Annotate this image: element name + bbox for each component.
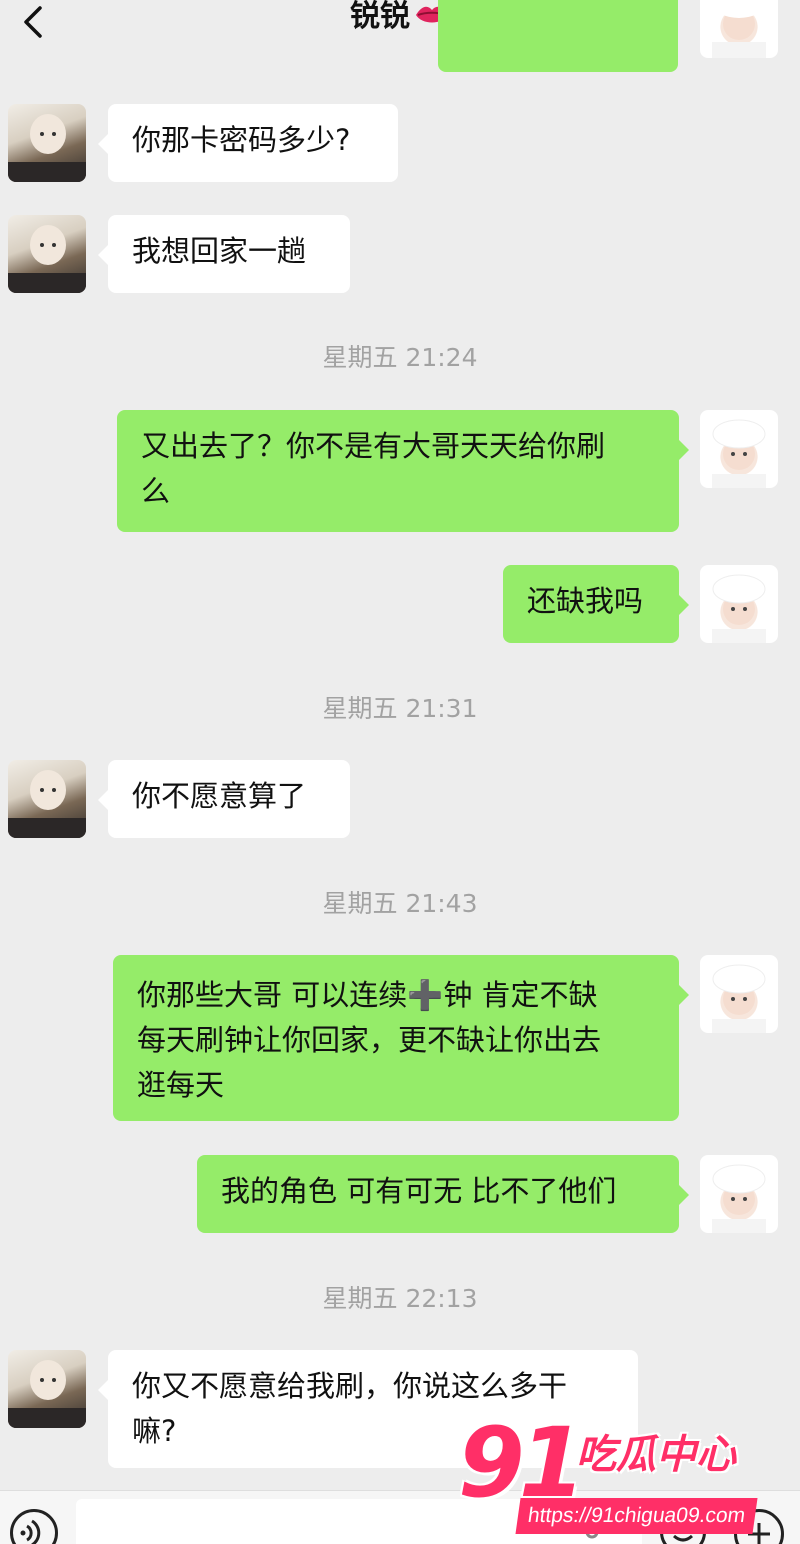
message-line: 你那些大哥 可以连续➕钟 肯定不缺 (137, 978, 598, 1012)
avatar-image (8, 225, 86, 293)
message-bubble-outgoing[interactable]: 我的角色 可有可无 比不了他们 (197, 1155, 689, 1233)
message-bubble-incoming[interactable]: 你不愿意算了 (98, 760, 350, 838)
message-text: 还缺我吗 (527, 584, 644, 618)
partial-message-bubble[interactable] (438, 0, 678, 72)
my-avatar[interactable] (700, 1155, 778, 1233)
chat-header: 锐锐 (0, 0, 800, 58)
contact-avatar[interactable] (8, 1350, 86, 1428)
watermark-brand: 吃瓜中心 (576, 1432, 736, 1478)
message-timestamp: 星期五 21:24 (322, 343, 478, 372)
message-text: 我的角色 可有可无 比不了他们 (221, 1174, 617, 1208)
avatar-image (712, 964, 766, 1033)
my-avatar[interactable] (700, 955, 778, 1033)
message-timestamp: 星期五 21:31 (322, 694, 478, 723)
avatar-image (8, 770, 86, 838)
contact-avatar[interactable] (8, 104, 86, 182)
message-line: 又出去了？你不是有大哥天天给你刷 (141, 429, 606, 463)
contact-avatar[interactable] (8, 215, 86, 293)
avatar-image (712, 419, 766, 488)
voice-icon (20, 1519, 41, 1544)
watermark: 91 吃瓜中心 https://91chigua09.com (458, 1408, 774, 1538)
message-bubble-incoming[interactable]: 你那卡密码多少? (98, 104, 398, 182)
my-avatar[interactable] (700, 0, 778, 58)
message-text: 我想回家一趟 (132, 234, 307, 268)
avatar-image (712, 574, 766, 643)
message-line: 你又不愿意给我刷，你说这么多干 (132, 1369, 568, 1403)
my-avatar[interactable] (700, 410, 778, 488)
message-bubble-outgoing[interactable]: 你那些大哥 可以连续➕钟 肯定不缺 每天刷钟让你回家，更不缺让你出去 逛每天 (113, 955, 689, 1121)
message-text: 你不愿意算了 (132, 779, 307, 813)
message-bubble-outgoing[interactable]: 还缺我吗 (503, 565, 689, 643)
contact-avatar[interactable] (8, 760, 86, 838)
my-avatar[interactable] (700, 565, 778, 643)
message-text: 你那卡密码多少? (132, 123, 351, 157)
chat-title: 锐锐 (0, 0, 800, 34)
message-timestamp: 星期五 22:13 (322, 1284, 478, 1313)
avatar-image (712, 1164, 766, 1233)
voice-button[interactable] (10, 1509, 58, 1544)
message-bubble-incoming[interactable]: 我想回家一趟 (98, 215, 350, 293)
avatar-image (8, 1360, 86, 1428)
avatar-image (8, 114, 86, 182)
message-line: 每天刷钟让你回家，更不缺让你出去 (137, 1023, 602, 1057)
watermark-url: https://91chigua09.com (515, 1498, 758, 1534)
message-line: 么 (141, 474, 171, 508)
avatar-image (712, 0, 766, 58)
message-timestamp: 星期五 21:43 (322, 889, 478, 918)
message-bubble-outgoing[interactable]: 又出去了？你不是有大哥天天给你刷 么 (117, 410, 689, 532)
message-line: 逛每天 (137, 1068, 225, 1102)
chat-title-text: 锐锐 (350, 0, 410, 34)
